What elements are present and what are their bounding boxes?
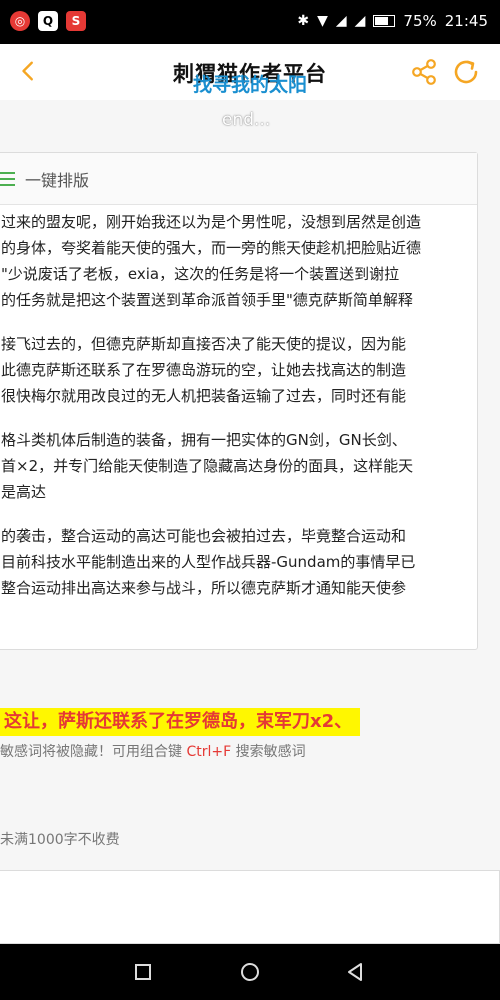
status-bar: ◎ Q S ✱ ▼ ◢ ◢ 75% 21:45 [0,0,500,44]
sensitive-word-hint: 敏感词将被隐藏！可用组合键 Ctrl+F 搜索敏感词 [0,741,306,761]
paragraph-line: 整合运动排出高达来参与战斗，所以德克萨斯才通知能天使参 [1,579,407,597]
qq-icon: Q [38,11,58,31]
bluetooth-icon: ✱ [297,13,310,29]
paragraph-line: 的任务就是把这个装置送到革命派首领手里"德克萨斯简单解释 [1,291,413,309]
paragraph: 接飞过去的，但德克萨斯却直接否决了能天使的提议，因为能 此德克萨斯还联系了在罗德岛… [0,331,477,409]
sohu-icon: S [66,11,86,31]
hint-suffix: 搜索敏感词 [235,744,306,760]
paragraph-line: 过来的盟友呢，刚开始我还以为是个男性呢，没想到居然是创造 [1,213,422,231]
battery-icon [373,15,396,27]
paragraph-line: 接飞过去的，但德克萨斯却直接否决了能天使的提议，因为能 [1,335,407,353]
wifi-icon: ▼ [317,13,328,29]
fee-note: 未满1000字不收费 [0,832,120,848]
paragraph: 格斗类机体后制造的装备，拥有一把实体的GN剑，GN长剑、 首×2，并专门给能天使制… [0,427,477,505]
signal-icon: ◢ [335,13,347,29]
overlay-caption: 找寻我的太阳 [192,74,307,96]
chapter-editor: 一键排版 过来的盟友呢，刚开始我还以为是个男性呢，没想到居然是创造 的身体，夸奖着… [0,152,478,650]
paragraph-line: 格斗类机体后制造的装备，拥有一把实体的GN剑，GN长剑、 [1,431,407,449]
system-indicators: ✱ ▼ ◢ ◢ 75% 21:45 [297,12,488,30]
hint-shortcut: Ctrl+F [186,744,232,760]
paragraph-line: 的身体，夸奖着能天使的强大，而一旁的熊天使趁机把脸贴近德 [1,239,422,257]
paragraph: 过来的盟友呢，刚开始我还以为是个男性呢，没想到居然是创造 的身体，夸奖着能天使的强… [0,209,477,313]
list-icon [0,172,15,186]
format-button-label: 一键排版 [25,171,90,190]
paragraph: 的袭击，整合运动的高达可能也会被拍过去，毕竟整合运动和 目前科技水平能制造出来的人… [0,523,477,601]
highlighted-text: 这让，萨斯还联系了在罗德岛，束军刀x2、 [0,708,361,736]
signal-icon-2: ◢ [354,13,366,29]
back-nav-button[interactable] [343,960,367,984]
paragraph-line: 首×2，并专门给能天使制造了隐藏高达身份的面具，这样能天 [1,457,414,475]
hint-prefix: 敏感词将被隐藏！可用组合键 [0,744,182,760]
notification-icons: ◎ Q S [10,11,86,31]
home-button[interactable] [238,960,262,984]
clock: 21:45 [444,12,488,30]
article-text-area[interactable]: 过来的盟友呢，刚开始我还以为是个男性呢，没想到居然是创造 的身体，夸奖着能天使的强… [0,209,477,619]
netease-music-icon: ◎ [10,11,30,31]
paragraph-line: 此德克萨斯还联系了在罗德岛游玩的空，让她去找高达的制造 [1,361,407,379]
paragraph-line: 的袭击，整合运动的高达可能也会被拍过去，毕竟整合运动和 [1,527,407,545]
paragraph-line: 目前科技水平能制造出来的人型作战兵器-Gundam的事情早已 [1,553,416,571]
paragraph-line: 是高达 [1,483,47,501]
recents-button[interactable] [131,960,155,984]
end-caption: end... [222,110,271,130]
battery-percent: 75% [403,12,437,30]
editor-toolbar: 一键排版 [0,153,477,205]
paragraph-line: "少说废话了老板，exia，这次的任务是将一个装置送到谢拉 [1,265,400,283]
author-note-field[interactable] [0,870,500,944]
paragraph-line: 很快梅尔就用改良过的无人机把装备运输了过去，同时还有能 [1,387,407,405]
one-click-format-button[interactable]: 一键排版 [0,163,89,195]
navigation-bar [0,944,500,1000]
